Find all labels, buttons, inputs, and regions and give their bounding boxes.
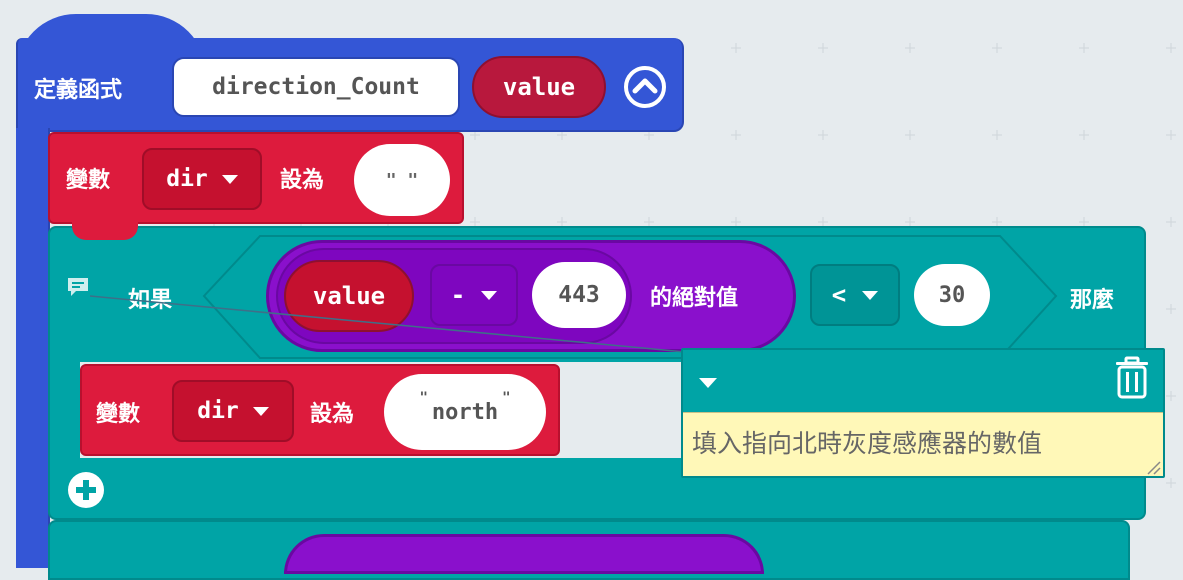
add-icon[interactable]: [64, 468, 108, 512]
comment-connector: [89, 295, 686, 353]
block-notch: [72, 222, 138, 240]
then-keyword: 那麼: [1070, 288, 1115, 313]
to-label: 設為: [310, 402, 355, 427]
string-field[interactable]: " north ": [384, 374, 546, 450]
trash-icon[interactable]: [1112, 356, 1152, 400]
grid-cross: [1079, 130, 1089, 140]
grid-cross: [731, 43, 741, 53]
grid-cross: [1166, 478, 1176, 488]
chevron-down-icon[interactable]: [697, 374, 719, 392]
comment-text: 填入指向北時灰度感應器的數值: [692, 429, 1043, 458]
grid-cross: [1079, 43, 1089, 53]
resize-icon[interactable]: [1146, 460, 1162, 476]
absolute-value-block[interactable]: [284, 534, 764, 574]
grid-cross: [992, 43, 1002, 53]
collapse-icon[interactable]: [622, 64, 668, 110]
grid-cross: [731, 130, 741, 140]
variable-dropdown[interactable]: dir: [172, 380, 294, 442]
set-keyword: 變數: [96, 402, 141, 427]
quote-open: ": [419, 390, 428, 406]
dropdown-icon: [221, 174, 238, 184]
function-body-spine: [16, 128, 50, 568]
string-value: north: [431, 399, 499, 425]
function-name-field[interactable]: direction_Count: [172, 57, 460, 117]
grid-cross: [1166, 43, 1176, 53]
grid-cross: [1166, 217, 1176, 227]
grid-cross: [1166, 130, 1176, 140]
param-value-reporter[interactable]: value: [472, 56, 606, 118]
set-keyword: 變數: [66, 168, 111, 193]
grid-cross: [818, 130, 828, 140]
dropdown-icon: [252, 406, 269, 416]
compare-dropdown[interactable]: <: [810, 264, 900, 326]
grid-cross: [905, 130, 915, 140]
grid-cross: [1166, 391, 1176, 401]
empty-string-field[interactable]: " ": [354, 144, 450, 216]
compare-symbol: <: [831, 281, 847, 309]
number-field[interactable]: 30: [914, 264, 990, 326]
variable-dropdown[interactable]: dir: [142, 148, 262, 210]
dropdown-icon: [862, 290, 879, 300]
variable-name: dir: [197, 398, 239, 424]
grid-cross: [1166, 304, 1176, 314]
quote-close: ": [502, 390, 511, 406]
to-label: 設為: [280, 168, 325, 193]
function-keyword: 定義函式: [34, 78, 123, 103]
grid-cross: [992, 130, 1002, 140]
grid-cross: [905, 43, 915, 53]
grid-cross: [818, 43, 828, 53]
variable-name: dir: [166, 166, 208, 192]
